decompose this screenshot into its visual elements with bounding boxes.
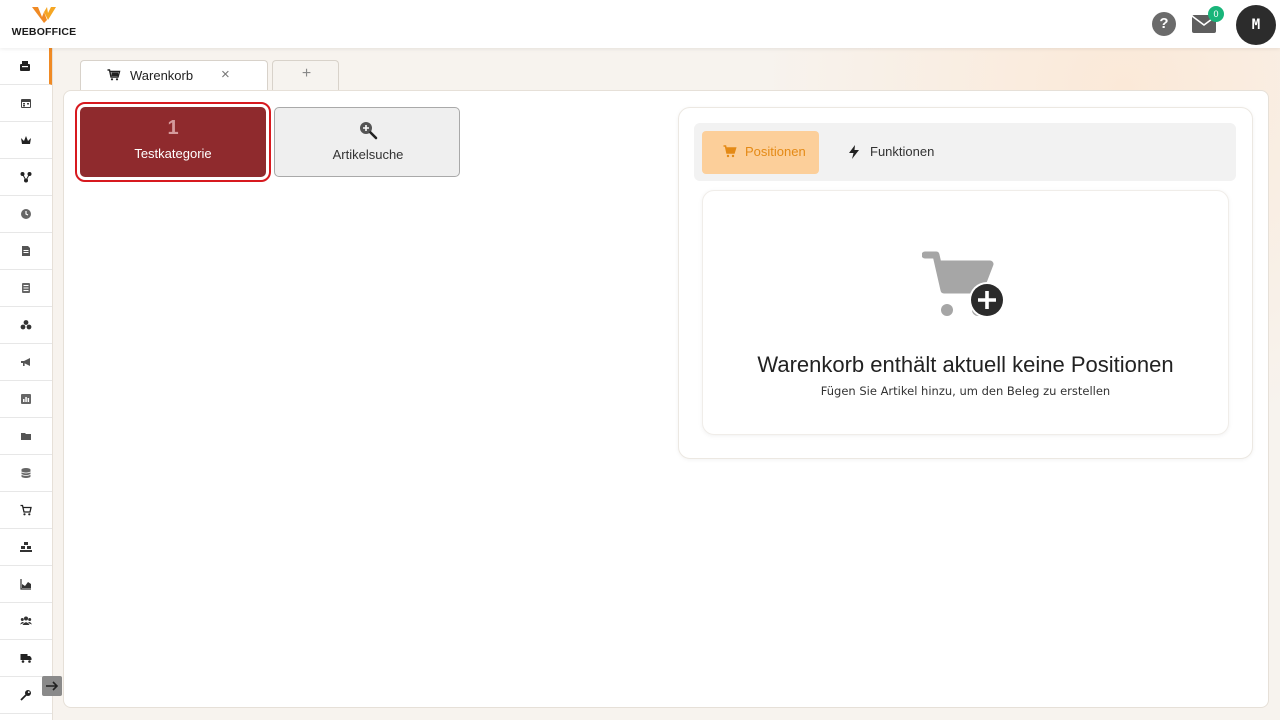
database-icon — [21, 468, 31, 478]
tab-funktionen-label: Funktionen — [870, 144, 935, 159]
article-search-label: Artikelsuche — [332, 147, 404, 162]
sidebar-item-document[interactable] — [0, 233, 52, 270]
key-icon — [20, 690, 31, 701]
user-avatar[interactable]: M — [1236, 5, 1276, 45]
sidebar-item-folder[interactable] — [0, 418, 52, 455]
sidebar-item-users[interactable] — [0, 603, 52, 640]
cart-add-icon — [922, 251, 1005, 318]
clock-icon — [21, 209, 31, 219]
users-icon — [20, 616, 32, 625]
sidebar-item-truck[interactable] — [0, 640, 52, 677]
logo-icon — [32, 7, 56, 23]
empty-cart-subtitle: Fügen Sie Artikel hinzu, um den Beleg zu… — [820, 384, 1111, 398]
sidebar-item-list[interactable] — [0, 270, 52, 307]
sidebar-item-clock[interactable] — [0, 196, 52, 233]
truck-icon — [20, 654, 32, 663]
network-icon — [20, 172, 32, 183]
sidebar-item-crown[interactable] — [0, 122, 52, 159]
weboffice-logo[interactable]: WEBOFFICE — [8, 6, 80, 42]
category-tile-testkategorie[interactable]: 1 Testkategorie — [75, 102, 271, 182]
sidebar-item-megaphone[interactable] — [0, 344, 52, 381]
help-button[interactable]: ? — [1152, 12, 1176, 36]
warehouse-icon — [20, 542, 32, 552]
plus-icon: + — [301, 65, 312, 82]
article-search-button[interactable]: Artikelsuche — [274, 107, 460, 177]
sidebar-item-area-chart[interactable] — [0, 566, 52, 603]
sidebar-expand-button[interactable] — [42, 676, 62, 696]
top-header: WEBOFFICE ? 0 M — [0, 0, 1280, 48]
category-label: Testkategorie — [134, 146, 212, 161]
cart-icon — [20, 504, 32, 516]
calendar-icon — [21, 99, 31, 108]
cart-icon — [723, 145, 737, 158]
list-icon — [22, 283, 30, 293]
chart-icon — [21, 394, 31, 404]
logo-text: WEBOFFICE — [11, 26, 77, 38]
tab-positionen-label: Positionen — [745, 144, 806, 159]
sidebar-item-chart[interactable] — [0, 381, 52, 418]
cash-register-icon — [19, 61, 30, 71]
crown-icon — [21, 136, 31, 144]
sidebar-item-network[interactable] — [0, 159, 52, 196]
lightning-icon — [849, 145, 859, 159]
mail-badge: 0 — [1208, 6, 1224, 22]
sidebar-item-cart[interactable] — [0, 492, 52, 529]
arrow-right-icon — [46, 681, 59, 691]
boxes-icon — [20, 320, 32, 330]
sidebar — [0, 48, 53, 720]
magnifier-plus-icon — [360, 122, 378, 140]
sidebar-item-cash-register[interactable] — [0, 48, 52, 85]
document-icon — [22, 246, 30, 256]
tab-warenkorb[interactable]: Warenkorb × — [80, 60, 268, 91]
folder-icon — [21, 433, 31, 440]
tab-close-button[interactable]: × — [221, 66, 230, 83]
sidebar-item-boxes[interactable] — [0, 307, 52, 344]
tab-funktionen[interactable]: Funktionen — [832, 131, 952, 174]
tab-positionen[interactable]: Positionen — [702, 131, 819, 174]
cart-tab-icon — [107, 69, 121, 81]
add-tab-button[interactable]: + — [272, 60, 339, 91]
megaphone-icon — [21, 358, 30, 366]
sidebar-item-calendar[interactable] — [0, 85, 52, 122]
tab-label: Warenkorb — [130, 68, 194, 83]
sidebar-item-warehouse[interactable] — [0, 529, 52, 566]
category-count: 1 — [167, 117, 179, 139]
sidebar-item-database[interactable] — [0, 455, 52, 492]
area-chart-icon — [20, 579, 31, 590]
empty-cart-title: Warenkorb enthält aktuell keine Position… — [757, 352, 1174, 377]
